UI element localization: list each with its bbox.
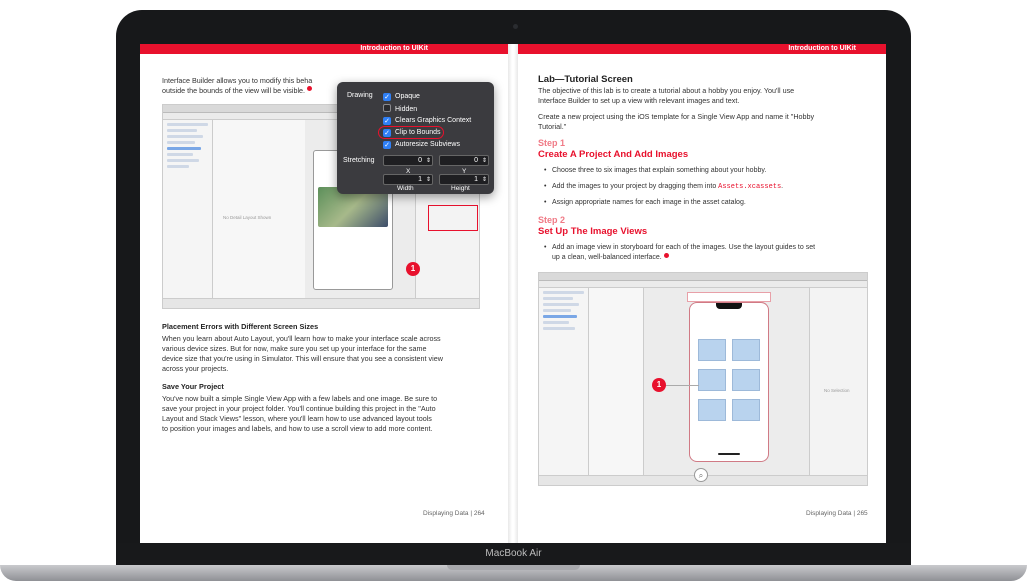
callout-badge: 1 xyxy=(652,378,666,392)
image-view-tile xyxy=(698,399,726,421)
intro-line-1: Interface Builder allows you to modify t… xyxy=(162,76,313,85)
option-hidden[interactable]: Hidden xyxy=(383,104,417,113)
highlight-box xyxy=(428,205,478,231)
outline-pane xyxy=(589,288,644,475)
opening-notch xyxy=(447,565,580,570)
new-project-line-2: Tutorial." xyxy=(538,122,567,131)
assets-code: Assets.xcassets xyxy=(718,183,782,191)
image-view-tile xyxy=(698,369,726,391)
placeholder-text: No Detail Layout Shown xyxy=(223,215,272,220)
image-view-tile xyxy=(698,339,726,361)
step2-bullet-line-1: Add an image view in storyboard for each… xyxy=(544,243,815,253)
stepper-icon: ⇕ xyxy=(481,177,487,183)
phone-frame xyxy=(689,302,769,462)
marker-dot-icon xyxy=(663,253,669,258)
checkbox-hidden[interactable] xyxy=(383,104,391,112)
scene: Introduction to UIKit Introduction to UI… xyxy=(0,0,1027,581)
outline-pane: No Detail Layout Shown xyxy=(213,120,305,298)
placement-line-4: across your projects. xyxy=(162,364,229,373)
stepper-icon: ⇕ xyxy=(425,158,431,164)
step1-title: Create A Project And Add Images xyxy=(538,149,689,160)
save-line-2: save your project in your project folder… xyxy=(162,404,436,413)
xcode-tabbar xyxy=(539,281,867,288)
step2-bullet-line-2: up a clean, well-balanced interface. xyxy=(552,253,669,263)
width-label: Width xyxy=(397,185,414,192)
left-footer: Displaying Data | 264 xyxy=(423,510,485,517)
highlight-ring xyxy=(378,126,444,139)
placement-line-1: When you learn about Auto Layout, you'll… xyxy=(162,334,441,343)
left-page[interactable]: Interface Builder allows you to modify t… xyxy=(140,54,508,543)
save-line-4: to position your images and labels, and … xyxy=(162,424,433,433)
image-view-tile xyxy=(732,399,760,421)
zoom-icon[interactable]: ⌕ xyxy=(694,468,708,482)
right-page[interactable]: Lab—Tutorial Screen The objective of thi… xyxy=(518,54,886,543)
left-header-bar: Introduction to UIKit xyxy=(140,44,508,54)
stretching-label: Stretching xyxy=(343,157,375,164)
option-autoresize[interactable]: ✓ Autoresize Subviews xyxy=(383,140,460,149)
step1-bullet-3: Assign appropriate names for each image … xyxy=(544,198,746,208)
phone-notch xyxy=(716,303,742,309)
xcode-toolbar xyxy=(539,273,867,281)
option-clears-graphics[interactable]: ✓ Clears Graphics Context xyxy=(383,116,471,125)
new-project-line-1: Create a new project using the iOS templ… xyxy=(538,112,815,121)
callout-leader xyxy=(664,385,699,386)
placement-heading: Placement Errors with Different Screen S… xyxy=(162,322,319,331)
step1-label: Step 1 xyxy=(538,138,566,148)
step1-bullet-2: Add the images to your project by draggi… xyxy=(544,182,783,192)
placement-line-3: device size that you're using in Simulat… xyxy=(162,354,443,363)
step1-bullet-1: Choose three to six images that explain … xyxy=(544,166,766,176)
no-selection-text: No Selection xyxy=(824,388,850,393)
marker-dot-icon xyxy=(307,86,313,91)
image-view-tile xyxy=(732,339,760,361)
stretch-height-field[interactable]: 1 ⇕ xyxy=(439,174,489,185)
project-navigator xyxy=(539,288,589,475)
lab-line-2: Interface Builder to set up a view with … xyxy=(538,96,740,105)
height-label: Height xyxy=(451,185,470,192)
camera-icon xyxy=(513,24,518,29)
stepper-icon: ⇕ xyxy=(481,158,487,164)
brand-label: MacBook Air xyxy=(485,548,542,559)
scene-dock xyxy=(687,292,771,302)
save-line-3: Layout and Stack Views" lesson, where yo… xyxy=(162,414,432,423)
placement-line-2: various device sizes. But for now, make … xyxy=(162,344,427,353)
lab-heading: Lab—Tutorial Screen xyxy=(538,74,633,85)
home-indicator xyxy=(718,453,740,455)
intro-line-2: outside the bounds of the view will be v… xyxy=(162,86,313,96)
book-screen: Introduction to UIKit Introduction to UI… xyxy=(140,44,886,543)
image-view-tile xyxy=(732,369,760,391)
xcode-bottom-bar xyxy=(163,298,479,308)
checkbox-clears-graphics[interactable]: ✓ xyxy=(383,117,391,125)
storyboard-canvas xyxy=(644,288,809,475)
step2-label: Step 2 xyxy=(538,215,566,225)
lab-line-1: The objective of this lab is to create a… xyxy=(538,86,795,95)
project-navigator xyxy=(163,120,213,298)
drawing-label: Drawing xyxy=(347,92,373,99)
callout-badge: 1 xyxy=(406,262,420,276)
checkbox-autoresize[interactable]: ✓ xyxy=(383,141,391,149)
right-footer: Displaying Data | 265 xyxy=(806,510,868,517)
step2-title: Set Up The Image Views xyxy=(538,226,648,237)
option-opaque[interactable]: ✓ Opaque xyxy=(383,92,420,101)
stretch-x-field[interactable]: 0 ⇕ xyxy=(383,155,433,166)
save-heading: Save Your Project xyxy=(162,382,224,391)
drawing-inspector-popover: Drawing ✓ Opaque Hidden ✓ Clears Graphics … xyxy=(337,82,494,194)
page-gutter xyxy=(508,44,518,543)
right-header-bar: Introduction to UIKit xyxy=(518,44,886,54)
xcode-storyboard-screenshot: No Selection 1 ⌕ xyxy=(538,272,868,486)
stretch-y-field[interactable]: 0 ⇕ xyxy=(439,155,489,166)
save-line-1: You've now built a simple Single View Ap… xyxy=(162,394,438,403)
stepper-icon: ⇕ xyxy=(425,177,431,183)
checkbox-opaque[interactable]: ✓ xyxy=(383,93,391,101)
inspector-pane: No Selection xyxy=(809,288,867,475)
stretch-width-field[interactable]: 1 ⇕ xyxy=(383,174,433,185)
